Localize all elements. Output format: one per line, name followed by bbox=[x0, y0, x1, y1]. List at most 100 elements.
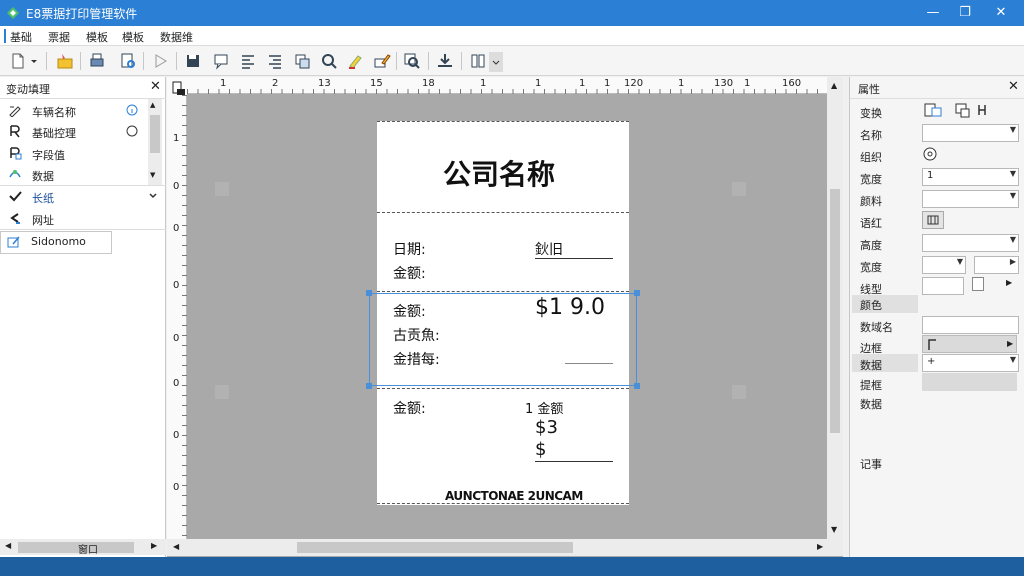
left-hscroll-thumb[interactable]: 窗口 bbox=[18, 542, 134, 556]
receipt-footer[interactable]: AUNCTONAE 2UNCAM bbox=[445, 489, 583, 503]
chevron-right-icon: ▶ bbox=[1007, 339, 1014, 348]
prop-data-select[interactable]: + ▼ bbox=[922, 354, 1019, 372]
resize-handle-tr[interactable] bbox=[634, 290, 640, 296]
amount-label-3[interactable]: 金额: bbox=[393, 398, 426, 418]
prop-width2-select[interactable]: ▼ bbox=[922, 256, 966, 274]
menu-item-template-2[interactable]: 模板 bbox=[122, 29, 144, 45]
left-item-sidonomo[interactable]: Sidonomo bbox=[0, 231, 112, 254]
columns-icon[interactable] bbox=[468, 51, 488, 71]
menu-item-basic[interactable]: 基础 bbox=[10, 29, 32, 45]
toolbar bbox=[0, 46, 1024, 76]
canvas-hscroll-thumb[interactable] bbox=[297, 542, 573, 553]
new-document-icon[interactable] bbox=[8, 51, 28, 71]
open-folder-icon[interactable] bbox=[55, 51, 75, 71]
scroll-up-arrow[interactable]: ▲ bbox=[831, 81, 837, 90]
left-item-url[interactable]: 网址 bbox=[0, 208, 148, 229]
canvas-vscroll-thumb[interactable] bbox=[830, 189, 840, 433]
edit-pen-icon[interactable] bbox=[372, 51, 392, 71]
more-tools-button[interactable] bbox=[489, 52, 503, 72]
resize-handle-bl[interactable] bbox=[366, 383, 372, 389]
date-label[interactable]: 日期: bbox=[393, 239, 426, 259]
close-icon[interactable]: ✕ bbox=[1008, 79, 1019, 94]
prop-name-select[interactable]: ▼ bbox=[922, 124, 1019, 142]
prop-linetype-input[interactable] bbox=[922, 277, 964, 295]
menu-item-template[interactable]: 模板 bbox=[86, 29, 108, 45]
close-icon[interactable]: ✕ bbox=[150, 79, 161, 94]
value-s2[interactable]: $3 bbox=[535, 417, 558, 438]
resize-handle-br[interactable] bbox=[634, 383, 640, 389]
menu-item-ticket[interactable]: 票据 bbox=[48, 29, 70, 45]
ruler-label: 1 bbox=[535, 78, 542, 89]
chevron-down-icon: ▼ bbox=[956, 257, 963, 266]
left-item-field-value[interactable]: 字段值 bbox=[0, 143, 148, 164]
copy-frame-icon[interactable] bbox=[954, 101, 972, 119]
copy-icon[interactable] bbox=[292, 51, 312, 71]
print-icon[interactable] bbox=[87, 51, 107, 71]
scroll-down-arrow[interactable]: ▼ bbox=[831, 525, 837, 534]
prop-border-select[interactable]: ▶ bbox=[922, 335, 1017, 353]
save-icon[interactable] bbox=[183, 51, 203, 71]
left-scroll-thumb[interactable] bbox=[150, 115, 160, 153]
resize-handle-tl[interactable] bbox=[366, 290, 372, 296]
prop-material-select[interactable]: ▼ bbox=[922, 190, 1019, 208]
info-icon[interactable] bbox=[126, 104, 138, 116]
text-format-icon[interactable] bbox=[976, 103, 990, 117]
prop-label: 组织 bbox=[860, 151, 882, 164]
canvas-vscrollbar[interactable]: ▲ ▼ bbox=[827, 77, 843, 539]
canvas-hscrollbar[interactable]: ◀ ▶ bbox=[167, 539, 843, 556]
ruler-label: 13 bbox=[318, 78, 331, 89]
search-icon[interactable] bbox=[319, 51, 339, 71]
value-s[interactable]: $ bbox=[535, 439, 546, 460]
scroll-left-arrow[interactable]: ◀ bbox=[173, 542, 179, 551]
prop-frame-field[interactable] bbox=[922, 373, 1017, 391]
prop-height-select[interactable]: ▼ bbox=[922, 234, 1019, 252]
chevron-down-icon[interactable] bbox=[148, 191, 158, 201]
chevron-down-icon bbox=[492, 60, 500, 65]
left-item-vehicle-name[interactable]: 车辆名称 bbox=[0, 100, 148, 121]
left-hscrollbar[interactable]: ◀ 窗口 ▶ bbox=[0, 539, 166, 556]
download-icon[interactable] bbox=[435, 51, 455, 71]
scroll-up-arrow[interactable]: ▲ bbox=[150, 101, 155, 109]
scroll-right-arrow[interactable]: ▶ bbox=[151, 541, 157, 550]
edit-box-icon bbox=[7, 236, 20, 248]
align-left-icon[interactable] bbox=[238, 51, 258, 71]
new-dropdown-icon[interactable] bbox=[28, 51, 40, 71]
scroll-down-arrow[interactable]: ▼ bbox=[150, 171, 155, 179]
toolbar-separator bbox=[396, 52, 397, 70]
ruler-label: 130 bbox=[714, 78, 734, 89]
prop-width-select[interactable]: 1 ▼ bbox=[922, 168, 1019, 186]
company-name[interactable]: 公司名称 bbox=[443, 153, 555, 193]
amount-label-1[interactable]: 金额: bbox=[393, 263, 426, 283]
selection-box[interactable] bbox=[369, 293, 637, 386]
prop-style-button[interactable] bbox=[922, 211, 944, 229]
properties-title: 属性 bbox=[858, 83, 880, 96]
align-right-icon[interactable] bbox=[265, 51, 285, 71]
left-item-basic-control[interactable]: 基础控理 bbox=[0, 121, 148, 142]
left-scrollbar[interactable]: ▲ ▼ bbox=[148, 99, 162, 185]
play-icon[interactable] bbox=[150, 51, 170, 71]
radio-icon[interactable] bbox=[126, 125, 138, 137]
prop-field-input[interactable] bbox=[922, 316, 1019, 334]
ruler-corner-icon[interactable] bbox=[172, 81, 186, 95]
prop-label: 宽度 bbox=[860, 261, 882, 274]
amount-value-3[interactable]: 1 金额 bbox=[525, 398, 563, 417]
chevron-right-icon[interactable]: ▶ bbox=[1006, 278, 1012, 287]
zoom-icon[interactable] bbox=[402, 51, 422, 71]
scroll-right-arrow[interactable]: ▶ bbox=[817, 542, 823, 551]
frame-icon[interactable] bbox=[922, 101, 944, 119]
highlight-icon[interactable] bbox=[345, 51, 365, 71]
date-value[interactable]: 鈥旧 bbox=[535, 239, 563, 259]
prop-linetype-box[interactable] bbox=[972, 277, 984, 291]
print-preview-icon[interactable] bbox=[118, 51, 138, 71]
ruler-label: 120 bbox=[624, 78, 644, 89]
menu-item-data[interactable]: 数据维 bbox=[160, 29, 193, 45]
left-item-data[interactable]: 数据 bbox=[0, 164, 148, 185]
left-item-long-paper[interactable]: 长纸 bbox=[0, 186, 157, 207]
scroll-left-arrow[interactable]: ◀ bbox=[5, 541, 11, 550]
close-button[interactable]: ✕ bbox=[978, 0, 1024, 26]
comment-icon[interactable] bbox=[211, 51, 231, 71]
org-icon[interactable] bbox=[922, 146, 938, 162]
status-bar bbox=[0, 557, 1024, 576]
chevron-down-icon: ▼ bbox=[1009, 355, 1016, 364]
prop-width3-input[interactable]: ▶ bbox=[974, 256, 1019, 274]
